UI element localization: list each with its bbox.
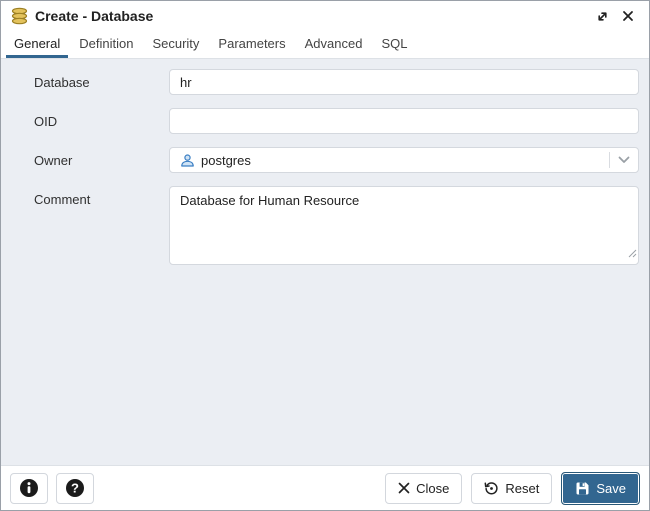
close-button[interactable]: Close	[385, 472, 463, 504]
owner-selected-value: postgres	[201, 152, 251, 168]
oid-label: OID	[34, 114, 58, 129]
general-tab-panel: Database OID Owner	[1, 59, 649, 465]
create-database-dialog: Create - Database General Definition Sec…	[0, 0, 650, 511]
reset-button-label: Reset	[505, 480, 540, 496]
maximize-icon[interactable]	[591, 5, 613, 27]
owner-label: Owner	[34, 153, 73, 168]
owner-field-row: Owner postgres	[1, 147, 639, 173]
reset-button[interactable]: Reset	[471, 472, 553, 504]
database-field-row: Database	[1, 69, 639, 95]
chevron-down-icon[interactable]	[610, 156, 638, 164]
oid-field-row: OID	[1, 108, 639, 134]
close-icon[interactable]	[617, 5, 639, 27]
tab-parameters[interactable]: Parameters	[210, 31, 293, 58]
help-icon: ?	[65, 478, 85, 498]
tab-definition[interactable]: Definition	[71, 31, 141, 58]
reset-icon	[484, 481, 499, 496]
title-bar: Create - Database	[1, 1, 649, 31]
comment-label: Comment	[34, 192, 91, 207]
dialog-title: Create - Database	[35, 8, 154, 24]
save-button[interactable]: Save	[561, 471, 640, 505]
dialog-tabs: General Definition Security Parameters A…	[1, 31, 649, 59]
comment-textarea[interactable]: Database for Human Resource	[169, 186, 639, 265]
tab-sql[interactable]: SQL	[373, 31, 415, 58]
save-icon	[575, 481, 590, 496]
close-button-label: Close	[416, 480, 450, 496]
tab-security[interactable]: Security	[144, 31, 207, 58]
database-input[interactable]	[169, 69, 639, 95]
help-button[interactable]: ?	[56, 472, 94, 504]
dialog-footer: ? Close Reset Save	[1, 465, 649, 510]
save-button-label: Save	[596, 480, 626, 496]
svg-text:?: ?	[71, 481, 79, 496]
close-x-icon	[398, 482, 410, 494]
database-label: Database	[34, 75, 90, 90]
owner-select[interactable]: postgres	[169, 147, 639, 173]
user-icon	[180, 153, 195, 168]
info-button[interactable]	[10, 472, 48, 504]
comment-field-row: Comment Database for Human Resource	[1, 186, 639, 265]
oid-input[interactable]	[169, 108, 639, 134]
info-icon	[19, 478, 39, 498]
database-icon	[11, 7, 28, 25]
tab-advanced[interactable]: Advanced	[297, 31, 371, 58]
tab-general[interactable]: General	[6, 31, 69, 58]
